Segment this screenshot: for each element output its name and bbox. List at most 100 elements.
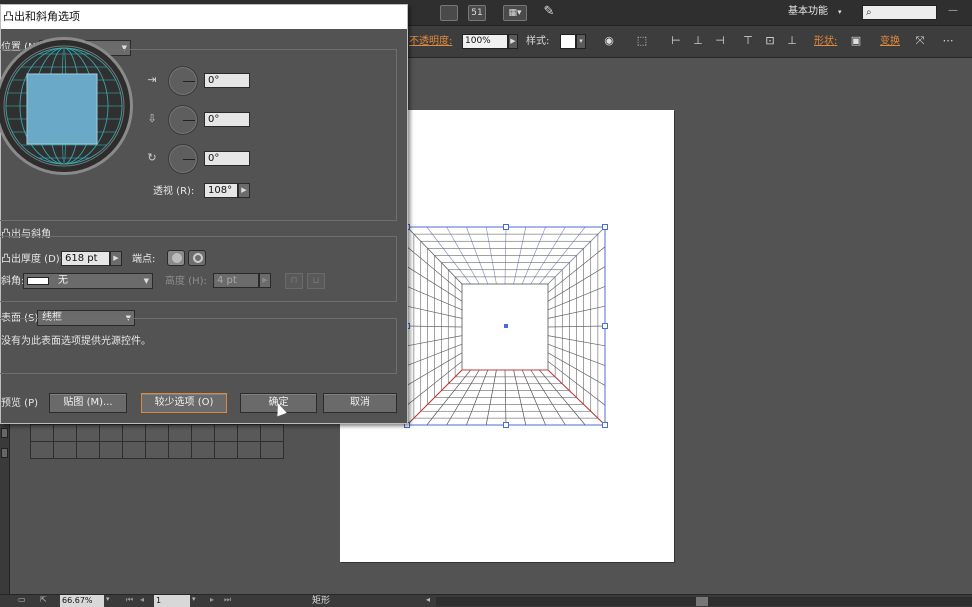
bevel-extent-in-button[interactable]: ⊓	[285, 273, 303, 289]
layout-icon[interactable]: ▦▾	[503, 5, 527, 21]
selection-center-point	[504, 324, 508, 328]
opacity-label[interactable]: 不透明度:	[409, 35, 452, 49]
dial-needle	[183, 159, 195, 160]
gpu-icon[interactable]: ✎	[540, 5, 558, 21]
horizontal-scrollbar[interactable]	[436, 597, 972, 606]
rotate-x-icon: ⇥	[147, 73, 157, 86]
align-top-icon[interactable]: ⊤	[740, 33, 756, 49]
opacity-input[interactable]: 100%	[462, 34, 508, 49]
page-input[interactable]: 1	[154, 595, 190, 607]
panel-cell[interactable]	[30, 441, 54, 459]
bevel-extent-out-button[interactable]: ⊔	[307, 273, 325, 289]
search-input[interactable]: ⌕	[862, 5, 937, 20]
rotate-z-dial[interactable]	[168, 144, 198, 174]
align-center-icon[interactable]: ⊥	[690, 33, 706, 49]
prev-page-icon[interactable]: ◂	[140, 595, 144, 604]
minimize-button[interactable]: —	[948, 4, 958, 18]
transform-label[interactable]: 变换	[880, 35, 900, 49]
transform-icon[interactable]: ⤧	[912, 33, 928, 49]
map-art-button[interactable]: 贴图 (M)...	[49, 393, 127, 413]
workspace-switcher[interactable]: 基本功能	[788, 5, 828, 19]
panel-cell[interactable]	[237, 441, 261, 459]
panel-cell[interactable]	[145, 441, 169, 459]
panel-cell[interactable]	[99, 424, 123, 442]
panel-cell[interactable]	[214, 424, 238, 442]
selection-handle[interactable]	[602, 422, 608, 428]
selection-handle[interactable]	[503, 422, 509, 428]
last-page-icon[interactable]: ⏭	[224, 595, 231, 605]
page-arrow-icon[interactable]: ▾	[192, 595, 196, 603]
scrollbar-thumb[interactable]	[696, 597, 708, 606]
bridge-icon[interactable]: 51	[468, 5, 486, 21]
dialog-title: 凸出和斜角选项	[1, 5, 407, 29]
selection-handle[interactable]	[503, 224, 509, 230]
style-arrow-icon[interactable]: ▾	[576, 34, 586, 49]
panel-cell[interactable]	[30, 424, 54, 442]
bevel-select[interactable]: 无 ▼	[23, 273, 153, 289]
panel-cell[interactable]	[76, 424, 100, 442]
align-left-icon[interactable]: ⊢	[668, 33, 684, 49]
panel-cell[interactable]	[122, 441, 146, 459]
illustrator-window: 51 ▦▾ ✎ 基本功能 ▾ ⌕ — 不透明度: 100% ▶ 样式: ▾ ◉ …	[0, 0, 972, 607]
fewer-options-button[interactable]: 较少选项 (O)	[141, 393, 227, 413]
panel-cell[interactable]	[53, 441, 77, 459]
perspective-input[interactable]: 108°	[204, 183, 238, 198]
workspace-arrow-icon[interactable]: ▾	[838, 5, 842, 19]
rotate-y-input[interactable]: 0°	[204, 112, 250, 127]
align-middle-icon[interactable]: ⊡	[762, 33, 778, 49]
bevel-preview-swatch	[27, 277, 49, 285]
rotate-x-input[interactable]: 0°	[204, 73, 250, 88]
perspective-arrow-icon[interactable]: ▶	[238, 183, 250, 198]
height-arrow-icon[interactable]: ▶	[259, 273, 271, 288]
panel-cell[interactable]	[122, 424, 146, 442]
panel-cell[interactable]	[99, 441, 123, 459]
first-page-icon[interactable]: ⏮	[126, 595, 133, 605]
shape-label[interactable]: 形状:	[814, 35, 837, 49]
extrude-depth-input[interactable]: 618 pt	[61, 251, 110, 266]
preview-checkbox-label[interactable]: 预览 (P)	[1, 397, 38, 411]
layers-icon[interactable]: ▭	[18, 595, 26, 604]
scroll-left-icon[interactable]: ◂	[426, 595, 430, 604]
panel-cell[interactable]	[76, 441, 100, 459]
height-input[interactable]: 4 pt	[213, 273, 259, 288]
rotate-z-input[interactable]: 0°	[204, 151, 250, 166]
panel-cell[interactable]	[145, 424, 169, 442]
next-page-icon[interactable]: ▸	[210, 595, 214, 604]
tool-button[interactable]	[1, 428, 8, 438]
tool-button[interactable]	[1, 448, 8, 458]
panel-cell[interactable]	[260, 441, 284, 459]
style-swatch[interactable]	[560, 34, 576, 49]
selection-handle[interactable]	[602, 323, 608, 329]
panel-cell[interactable]	[168, 441, 192, 459]
selection-handle[interactable]	[602, 224, 608, 230]
panel-cell[interactable]	[53, 424, 77, 442]
rotation-preview-cube[interactable]	[0, 37, 133, 175]
recolor-icon[interactable]: ◉	[601, 33, 617, 49]
arrange-icon[interactable]	[440, 5, 458, 21]
shape-icon[interactable]: ▣	[848, 33, 864, 49]
extrude-depth-arrow-icon[interactable]: ▶	[110, 251, 122, 266]
zoom-input[interactable]: 66.67%	[60, 595, 104, 607]
cap-on-button[interactable]	[167, 250, 185, 266]
extruded-wireframe-art[interactable]	[400, 220, 615, 432]
cancel-button[interactable]: 取消	[323, 393, 397, 413]
panel-cell[interactable]	[168, 424, 192, 442]
more-options-icon[interactable]: ⋯	[940, 33, 956, 49]
bevel-label: 斜角:	[1, 276, 25, 287]
cap-off-button[interactable]	[188, 250, 206, 266]
align-to-icon[interactable]: ⬚	[634, 33, 650, 49]
panel-cell[interactable]	[260, 424, 284, 442]
align-right-icon[interactable]: ⊣	[712, 33, 728, 49]
rotate-y-dial[interactable]	[168, 105, 198, 135]
rotate-x-dial[interactable]	[168, 66, 198, 96]
align-bottom-icon[interactable]: ⊥	[784, 33, 800, 49]
panel-cell[interactable]	[191, 424, 215, 442]
panel-cell[interactable]	[214, 441, 238, 459]
rotate-z-icon: ↻	[147, 151, 157, 164]
zoom-arrow-icon[interactable]: ▾	[106, 595, 110, 603]
panel-cell[interactable]	[191, 441, 215, 459]
export-icon[interactable]: ⇱	[40, 595, 47, 604]
opacity-arrow-icon[interactable]: ▶	[508, 34, 518, 49]
panel-cell[interactable]	[237, 424, 261, 442]
status-bar: ▭ ⇱ 66.67% ▾ ⏮ ◂ 1 ▾ ▸ ⏭ 矩形 ◂	[0, 594, 972, 607]
